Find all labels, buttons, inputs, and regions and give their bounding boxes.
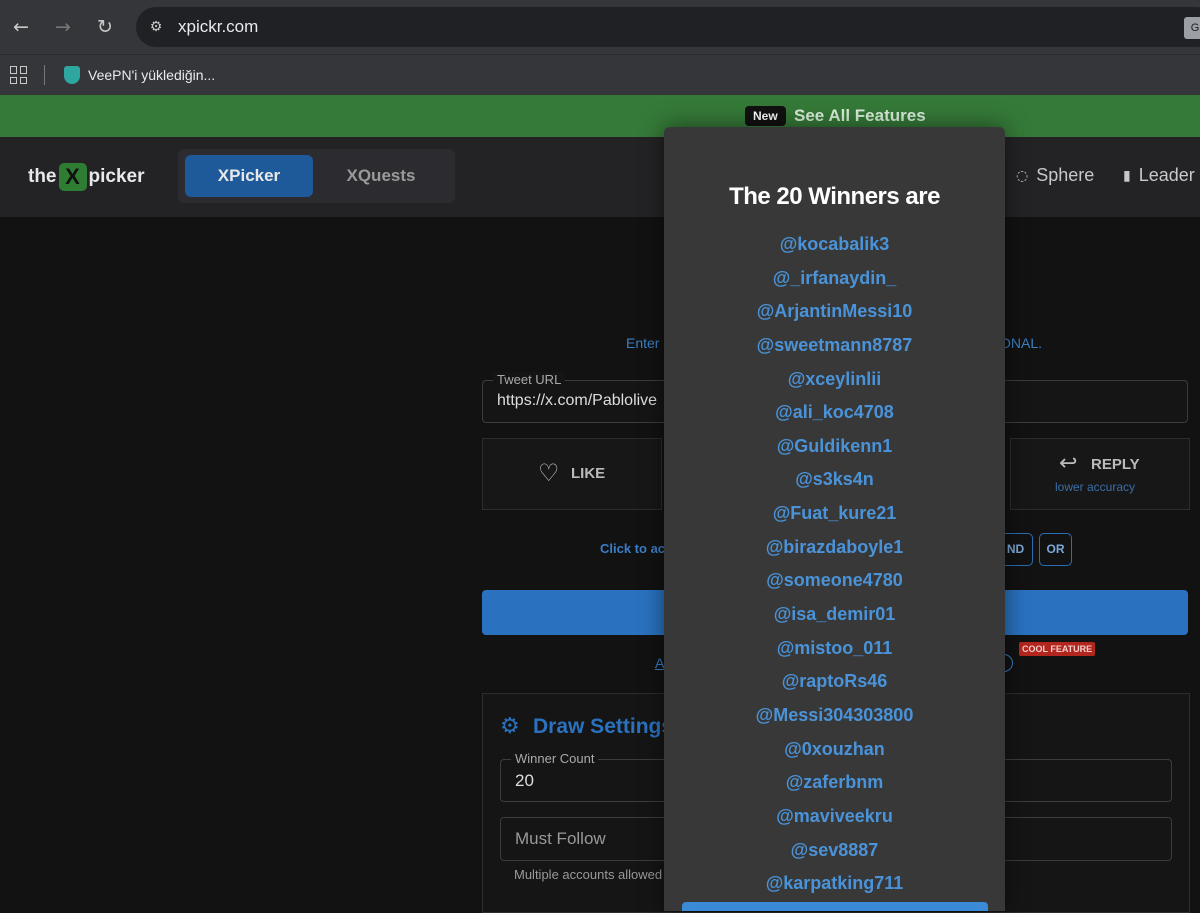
logo[interactable]: the X picker bbox=[28, 163, 144, 191]
winner-item[interactable]: @0xouzhan bbox=[664, 733, 1005, 767]
winner-item[interactable]: @zaferbnm bbox=[664, 766, 1005, 800]
instruction-text-end: ONAL. bbox=[1000, 335, 1043, 351]
winner-item[interactable]: @xceylinlii bbox=[664, 363, 1005, 397]
apps-grid-icon[interactable] bbox=[10, 66, 28, 84]
winner-item[interactable]: @mistoo_011 bbox=[664, 632, 1005, 666]
tab-xquests[interactable]: XQuests bbox=[317, 155, 445, 197]
winner-item[interactable]: @sev8887 bbox=[664, 834, 1005, 868]
winners-title: The 20 Winners are bbox=[729, 183, 940, 210]
browser-toolbar: ← → ↻ ⚙ xpickr.com G bbox=[0, 0, 1200, 54]
veepn-shield-icon bbox=[64, 66, 80, 84]
winner-item[interactable]: @ArjantinMessi10 bbox=[664, 295, 1005, 329]
product-tabs: XPicker XQuests bbox=[178, 149, 455, 203]
modal-action-button[interactable] bbox=[682, 902, 988, 911]
new-badge: New bbox=[745, 106, 786, 126]
site-header: the X picker XPicker XQuests ◌ Sphere ▮ … bbox=[0, 137, 1200, 217]
winner-item[interactable]: @Messi304303800 bbox=[664, 699, 1005, 733]
tweet-url-label: Tweet URL bbox=[493, 372, 566, 387]
see-all-features-link[interactable]: See All Features bbox=[794, 106, 926, 126]
reload-icon[interactable]: ↻ bbox=[92, 14, 118, 40]
winner-item[interactable]: @Fuat_kure21 bbox=[664, 497, 1005, 531]
reply-action-button[interactable]: ↩ REPLY lower accuracy bbox=[1010, 438, 1190, 510]
like-action-button[interactable]: ♡ LIKE bbox=[482, 438, 662, 510]
must-follow-placeholder: Must Follow bbox=[515, 829, 606, 848]
logo-the: the bbox=[28, 166, 57, 187]
logo-picker: picker bbox=[88, 166, 145, 187]
heart-icon: ♡ bbox=[538, 459, 560, 487]
site-settings-icon[interactable]: ⚙ bbox=[146, 17, 166, 37]
instruction-text-start: Enter bbox=[626, 335, 660, 351]
winner-item[interactable]: @ali_koc4708 bbox=[664, 396, 1005, 430]
tab-xpicker[interactable]: XPicker bbox=[185, 155, 313, 197]
bookmarks-bar: VeePN'i yüklediğin... bbox=[0, 54, 1200, 95]
winner-count-label: Winner Count bbox=[511, 751, 599, 766]
nav-leaderboard[interactable]: ▮ Leader bbox=[1123, 165, 1195, 186]
tweet-url-value: https://x.com/Pablolive bbox=[497, 392, 658, 409]
nav-sphere[interactable]: ◌ Sphere bbox=[1016, 165, 1094, 186]
advanced-link[interactable]: A bbox=[655, 655, 664, 671]
logo-x-mark: X bbox=[58, 163, 87, 191]
translate-icon[interactable]: G bbox=[1184, 17, 1200, 39]
reply-icon: ↩ bbox=[1059, 451, 1078, 476]
nav-leader-label: Leader bbox=[1138, 165, 1195, 185]
winner-item[interactable]: @sweetmann8787 bbox=[664, 329, 1005, 363]
winner-item[interactable]: @maviveekru bbox=[664, 800, 1005, 834]
url-text: xpickr.com bbox=[178, 17, 259, 36]
bookmarks-separator bbox=[44, 65, 45, 85]
or-toggle[interactable]: OR bbox=[1039, 533, 1072, 566]
winner-item[interactable]: @kocabalik3 bbox=[664, 228, 1005, 262]
winner-item[interactable]: @Guldikenn1 bbox=[664, 430, 1005, 464]
back-icon[interactable]: ← bbox=[8, 14, 34, 40]
reply-sublabel: lower accuracy bbox=[1055, 480, 1136, 494]
address-bar[interactable]: ⚙ xpickr.com G bbox=[136, 7, 1200, 47]
forward-icon[interactable]: → bbox=[50, 14, 76, 40]
winner-item[interactable]: @birazdaboyle1 bbox=[664, 531, 1005, 565]
bar-chart-icon: ▮ bbox=[1123, 167, 1131, 184]
sphere-icon: ◌ bbox=[1016, 167, 1029, 184]
winner-item[interactable]: @s3ks4n bbox=[664, 463, 1005, 497]
winner-item[interactable]: @isa_demir01 bbox=[664, 598, 1005, 632]
reply-label: REPLY bbox=[1091, 456, 1140, 473]
feature-banner bbox=[0, 95, 1200, 137]
click-to-activate-text: Click to act bbox=[600, 541, 670, 556]
cool-feature-badge: COOL FEATURE bbox=[1019, 642, 1096, 656]
bookmark-veepn[interactable]: VeePN'i yüklediğin... bbox=[64, 65, 215, 85]
winners-modal: The 20 Winners are @kocabalik3 @_irfanay… bbox=[664, 127, 1005, 911]
bookmark-label: VeePN'i yüklediğin... bbox=[88, 67, 216, 83]
multiple-accounts-hint: Multiple accounts allowed bbox=[514, 867, 663, 882]
draw-settings-title: Draw Settings bbox=[533, 715, 674, 738]
gear-icon: ⚙ bbox=[500, 714, 520, 739]
winner-item[interactable]: @_irfanaydin_ bbox=[664, 262, 1005, 296]
winner-item[interactable]: @karpatking711 bbox=[664, 867, 1005, 901]
winner-item[interactable]: @someone4780 bbox=[664, 564, 1005, 598]
winner-item[interactable]: @raptoRs46 bbox=[664, 665, 1005, 699]
like-label: LIKE bbox=[571, 465, 606, 482]
winner-count-value: 20 bbox=[515, 771, 534, 790]
nav-sphere-label: Sphere bbox=[1036, 165, 1095, 185]
winners-list: @kocabalik3 @_irfanaydin_ @ArjantinMessi… bbox=[664, 228, 1005, 901]
